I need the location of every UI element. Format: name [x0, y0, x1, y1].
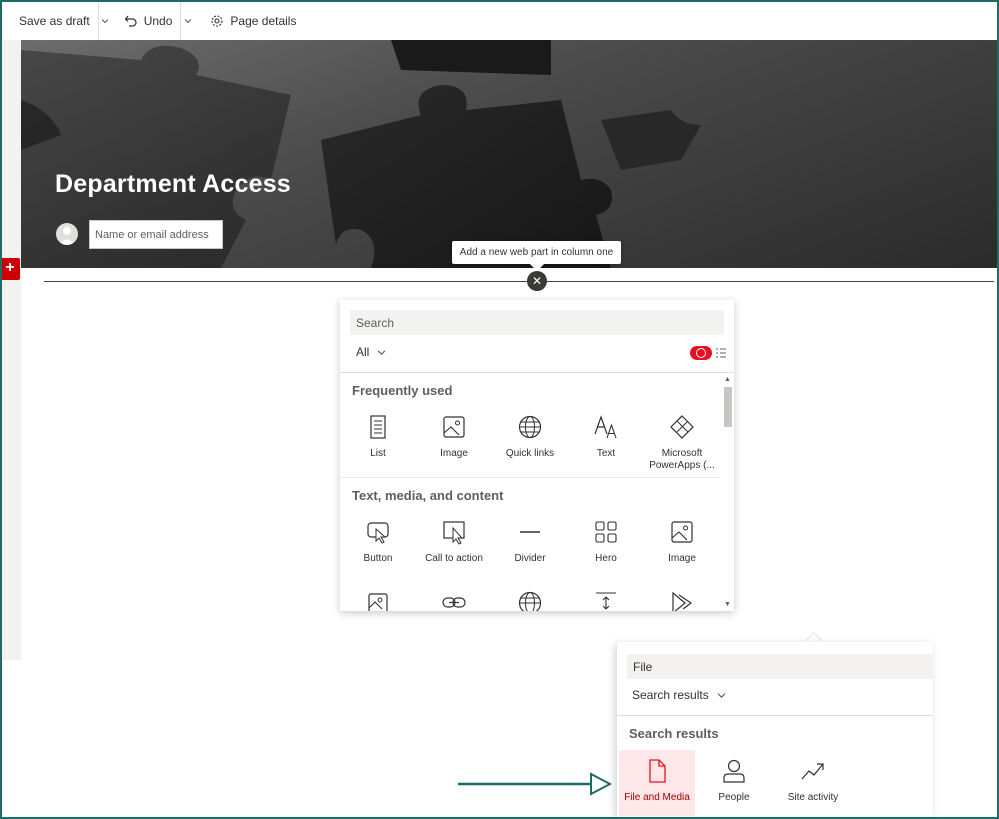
web-part-label: Image [668, 553, 696, 564]
undo-icon [124, 15, 137, 27]
web-part-image[interactable]: Image [416, 414, 492, 460]
command-bar: Save as draft Undo Page details [2, 2, 997, 40]
toolbox-header-divider [340, 372, 734, 373]
section-divider-line [44, 281, 994, 282]
toolbox-filter-value: All [356, 345, 370, 359]
web-part-label: People [718, 792, 750, 803]
list-view-icon[interactable] [715, 347, 727, 359]
list-icon [370, 415, 386, 439]
link-icon[interactable] [441, 590, 467, 611]
add-section-button[interactable]: + [0, 258, 20, 280]
save-as-draft-label: Save as draft [19, 14, 90, 28]
web-part-label: List [370, 448, 386, 459]
web-part-microsoft-powerapps[interactable]: Microsoft PowerApps (... [644, 414, 720, 472]
call-to-action-icon [443, 521, 465, 545]
web-part-button[interactable]: Button [340, 519, 416, 565]
close-toolbox-button[interactable]: ✕ [527, 271, 547, 291]
person-icon [59, 227, 75, 245]
left-edit-strip [2, 40, 21, 660]
grid-view-toggle[interactable] [690, 346, 712, 360]
web-part-label: Microsoft PowerApps (... [649, 448, 715, 471]
search-filter-dropdown[interactable]: Search results [632, 688, 726, 702]
author-name-input[interactable] [89, 220, 223, 249]
page-title[interactable]: Department Access [55, 170, 291, 199]
web-part-label: Image [440, 448, 468, 459]
scroll-up-icon[interactable]: ▲ [724, 376, 731, 383]
search-panel-divider [617, 715, 933, 716]
web-part-label: Text [596, 448, 616, 459]
person-icon [723, 759, 745, 783]
image-icon [443, 416, 465, 438]
undo-label: Undo [143, 14, 173, 28]
undo-options-chevron-icon[interactable] [180, 2, 194, 40]
web-part-search-panel: Search results Search results File and M… [617, 642, 933, 817]
powerapps-icon [670, 415, 694, 439]
save-options-chevron-icon[interactable] [97, 2, 112, 40]
web-part-search-input[interactable] [627, 654, 933, 679]
web-part-divider[interactable]: Divider [492, 519, 568, 565]
grid-view-icon [696, 348, 706, 358]
web-part-site-activity[interactable]: Site activity [775, 750, 851, 816]
group-heading-text-media-content: Text, media, and content [352, 488, 504, 503]
web-part-image-2[interactable]: Image [644, 519, 720, 565]
toolbox-filter-dropdown[interactable]: All [356, 345, 386, 359]
web-part-label: Call to action [425, 553, 483, 564]
web-part-label: Button [363, 553, 393, 564]
web-part-label: Site activity [787, 792, 839, 803]
divider-icon [520, 531, 540, 533]
scroll-down-icon[interactable]: ▼ [724, 601, 731, 608]
save-as-draft-button[interactable]: Save as draft [2, 2, 96, 40]
hero-icon [595, 521, 617, 543]
image-icon [671, 521, 693, 543]
add-web-part-tooltip: Add a new web part in column one [452, 241, 621, 264]
web-part-label: Hero [595, 553, 617, 564]
web-part-text[interactable]: Text [568, 414, 644, 460]
trend-icon [801, 763, 824, 780]
web-part-people[interactable]: People [696, 750, 772, 816]
group-separator [340, 477, 720, 478]
spacer-icon[interactable] [593, 590, 619, 611]
search-results-heading: Search results [629, 726, 719, 741]
chevron-down-icon [717, 692, 725, 698]
button-icon [367, 522, 389, 544]
annotation-arrow-icon [458, 772, 613, 796]
toolbox-search-input[interactable] [350, 310, 724, 335]
chevron-down-icon [378, 349, 386, 355]
web-part-call-to-action[interactable]: Call to action [416, 519, 492, 565]
hero-banner: Department Access [21, 40, 997, 268]
web-part-file-and-media[interactable]: File and Media [619, 750, 695, 816]
toolbox-scrollbar[interactable]: ▲ ▼ [721, 373, 734, 611]
text-icon [594, 415, 617, 439]
image-gallery-icon[interactable] [365, 590, 391, 611]
stream-icon[interactable] [669, 590, 695, 611]
globe-icon [518, 415, 542, 439]
author-avatar [56, 223, 78, 245]
page-details-button[interactable]: Page details [204, 2, 302, 40]
group-heading-frequently-used: Frequently used [352, 383, 453, 398]
undo-button[interactable]: Undo [118, 2, 179, 40]
file-icon [649, 759, 666, 783]
globe-icon[interactable] [517, 590, 543, 611]
gear-icon [211, 15, 223, 27]
web-part-quick-links[interactable]: Quick links [492, 414, 568, 460]
search-filter-value: Search results [632, 688, 709, 702]
page-details-label: Page details [230, 14, 297, 28]
web-part-toolbox: All Frequently used List Image Quick lin… [340, 300, 734, 611]
web-part-list[interactable]: List [340, 414, 416, 460]
web-part-label: File and Media [624, 792, 690, 803]
scrollbar-thumb[interactable] [724, 387, 732, 427]
web-part-hero[interactable]: Hero [568, 519, 644, 565]
web-part-label: Divider [514, 553, 546, 564]
web-part-label: Quick links [505, 448, 555, 459]
